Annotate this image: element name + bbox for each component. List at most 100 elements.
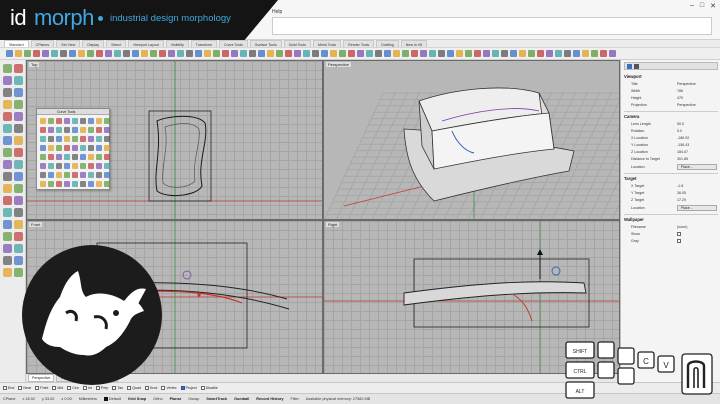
status-grid-snap[interactable]: Grid Snap — [128, 397, 146, 401]
freeform-icon[interactable] — [3, 124, 12, 133]
block-icon[interactable] — [348, 50, 355, 57]
osnap-end[interactable]: End — [3, 386, 14, 390]
prop-value-filename[interactable]: (none) — [677, 225, 687, 229]
osnap-checkbox[interactable] — [3, 386, 7, 390]
toolbar-tab-standard[interactable]: Standard — [4, 40, 29, 47]
sphere-icon[interactable] — [14, 196, 23, 205]
viewport-title-front[interactable]: Front — [29, 222, 43, 227]
array-icon[interactable] — [438, 50, 445, 57]
arc-icon[interactable] — [104, 163, 110, 169]
cut-icon[interactable] — [51, 50, 58, 57]
fillet-icon[interactable] — [64, 127, 70, 133]
select-icon[interactable] — [3, 64, 12, 73]
rebuild-icon[interactable] — [56, 136, 62, 142]
render-icon[interactable] — [195, 50, 202, 57]
ellipse-icon[interactable] — [14, 100, 23, 109]
offset-icon[interactable] — [14, 124, 23, 133]
shell-icon[interactable] — [492, 50, 499, 57]
toolbar-tab-surface-tools[interactable]: Surface Tools — [249, 40, 282, 47]
osnap-project[interactable]: Project — [180, 386, 197, 390]
explode-icon[interactable] — [375, 50, 382, 57]
show-icon[interactable] — [150, 50, 157, 57]
curve-icon[interactable] — [80, 163, 86, 169]
simplify-icon[interactable] — [88, 154, 94, 160]
undo-icon[interactable] — [78, 50, 85, 57]
polygon-icon[interactable] — [104, 118, 110, 124]
join-icon[interactable] — [14, 148, 23, 157]
prop-value-lens-length[interactable]: 50.0 — [677, 122, 684, 126]
help-icon[interactable] — [609, 50, 616, 57]
surface-icon[interactable] — [14, 160, 23, 169]
pull-icon[interactable] — [88, 136, 94, 142]
cap-icon[interactable] — [501, 50, 508, 57]
explode-icon[interactable] — [48, 136, 54, 142]
fillet-icon[interactable] — [402, 50, 409, 57]
prop-value-distance-to-target[interactable]: 301.85 — [677, 157, 688, 161]
rotate-icon[interactable] — [105, 50, 112, 57]
viewport-perspective[interactable]: Perspective — [323, 60, 620, 220]
osnap-disable[interactable]: Disable — [200, 386, 218, 390]
status-osnap[interactable]: Osnap — [188, 397, 199, 401]
osnap-checkbox[interactable] — [200, 386, 205, 390]
osnap-checkbox[interactable] — [180, 386, 185, 390]
extrude-icon[interactable] — [537, 50, 544, 57]
close-icon[interactable]: ✕ — [710, 2, 716, 10]
options-icon[interactable] — [600, 50, 607, 57]
surface-icon[interactable] — [285, 50, 292, 57]
loft-icon[interactable] — [510, 50, 517, 57]
print-icon[interactable] — [33, 50, 40, 57]
open-icon[interactable] — [64, 154, 70, 160]
mesh-icon[interactable] — [303, 50, 310, 57]
maximize-icon[interactable]: □ — [700, 2, 704, 10]
rotate-icon[interactable] — [3, 232, 12, 241]
rebuild-icon[interactable] — [582, 50, 589, 57]
planar-icon[interactable] — [240, 50, 247, 57]
offset-icon[interactable] — [80, 172, 86, 178]
duplicate-edge-icon[interactable] — [48, 145, 54, 151]
camera-section-header[interactable]: Camera — [624, 114, 639, 119]
paste-icon[interactable] — [69, 50, 76, 57]
split-icon[interactable] — [393, 50, 400, 57]
remove-knot-icon[interactable] — [104, 145, 110, 151]
move-icon[interactable] — [456, 50, 463, 57]
sweep-icon[interactable] — [3, 184, 12, 193]
arc-icon[interactable] — [80, 118, 86, 124]
intersect-icon[interactable] — [40, 145, 46, 151]
sweep-icon[interactable] — [519, 50, 526, 57]
scale-icon[interactable] — [14, 232, 23, 241]
extrude-icon[interactable] — [3, 172, 12, 181]
split-icon[interactable] — [56, 181, 62, 187]
chamfer-icon[interactable] — [72, 127, 78, 133]
edit-points-icon[interactable] — [80, 145, 86, 151]
menu-help[interactable]: Help — [272, 9, 282, 15]
line-icon[interactable] — [3, 76, 12, 85]
silhouette-icon[interactable] — [64, 145, 70, 151]
osnap-icon[interactable] — [249, 50, 256, 57]
chamfer-icon[interactable] — [96, 172, 102, 178]
revolve-icon[interactable] — [528, 50, 535, 57]
group-icon[interactable] — [3, 256, 12, 265]
grid-icon[interactable] — [213, 50, 220, 57]
prop-value-x-location[interactable]: -186.92 — [677, 136, 689, 140]
close-icon[interactable] — [56, 154, 62, 160]
wallpaper-section-header[interactable]: Wallpaper — [624, 217, 644, 222]
status-gumball[interactable]: Gumball — [234, 397, 249, 401]
show-checkbox[interactable] — [677, 232, 681, 236]
join-icon[interactable] — [40, 136, 46, 142]
extend-icon[interactable] — [40, 181, 46, 187]
mirror-icon[interactable] — [429, 50, 436, 57]
history-icon[interactable] — [267, 50, 274, 57]
copy-icon[interactable] — [14, 220, 23, 229]
status-layer[interactable]: Default — [103, 397, 121, 401]
import-icon[interactable] — [42, 50, 49, 57]
helix-icon[interactable] — [64, 172, 70, 178]
trim-icon[interactable] — [48, 181, 54, 187]
prop-value-title[interactable]: Perspective — [677, 82, 696, 86]
toolbar-tab-mesh-tools[interactable]: Mesh Tools — [312, 40, 342, 47]
split-icon[interactable] — [3, 148, 12, 157]
boolean-icon[interactable] — [14, 208, 23, 217]
blend-icon[interactable] — [564, 50, 571, 57]
polyline-icon[interactable] — [14, 76, 23, 85]
revolve-icon[interactable] — [14, 184, 23, 193]
prop-value-height[interactable]: 470 — [677, 96, 683, 100]
